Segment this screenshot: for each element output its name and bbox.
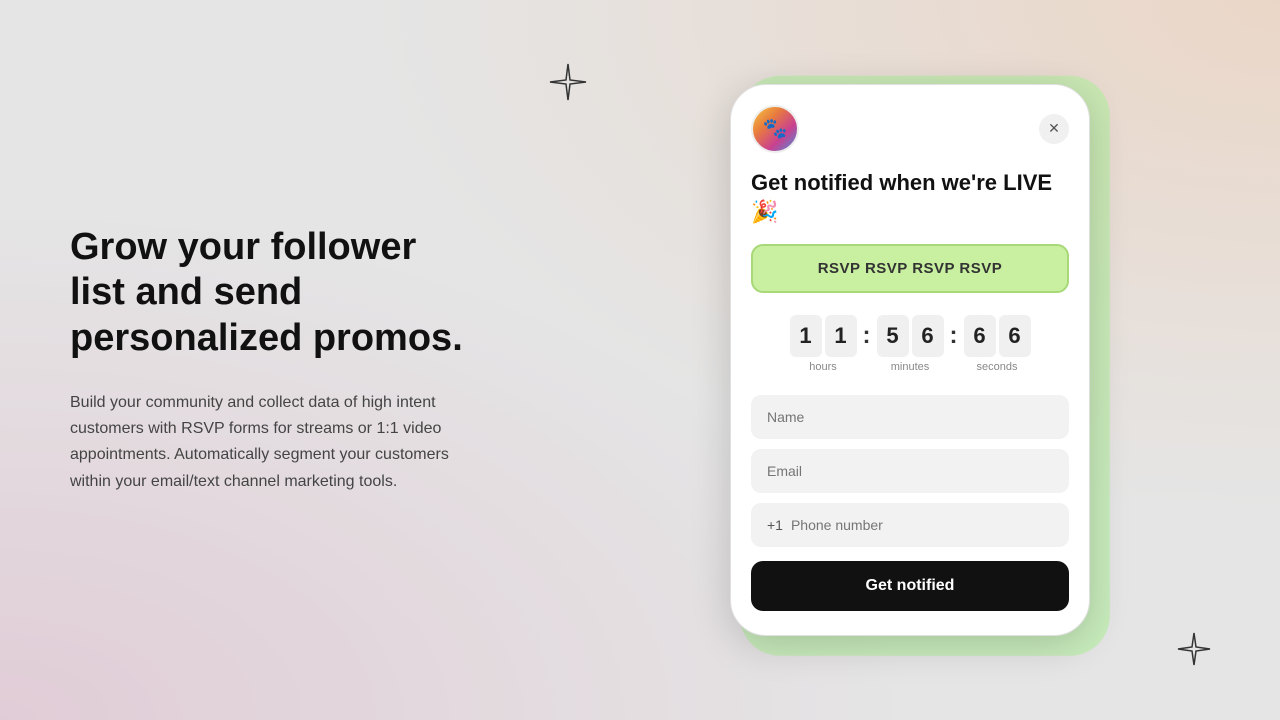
hours-label: hours bbox=[809, 361, 837, 373]
hours-digit-2: 1 bbox=[825, 315, 857, 357]
close-button[interactable]: ✕ bbox=[1039, 114, 1069, 144]
brand-avatar: 🐾 bbox=[751, 105, 799, 153]
phone-mockup: 🐾 ✕ Get notified when we're LIVE 🎉 RSVP … bbox=[730, 84, 1090, 636]
colon-2: : bbox=[948, 322, 960, 350]
seconds-digit-2: 6 bbox=[999, 315, 1031, 357]
hours-digit-1: 1 bbox=[790, 315, 822, 357]
hours-group: 1 1 hours bbox=[790, 315, 857, 373]
minutes-digit-1: 5 bbox=[877, 315, 909, 357]
email-input[interactable] bbox=[751, 449, 1069, 493]
rsvp-button[interactable]: RSVP RSVP RSVP RSVP bbox=[751, 244, 1069, 293]
minutes-digits: 5 6 bbox=[877, 315, 944, 357]
phone-field-wrapper: +1 bbox=[751, 503, 1069, 547]
minutes-group: 5 6 minutes bbox=[877, 315, 944, 373]
sub-text: Build your community and collect data of… bbox=[70, 390, 480, 496]
main-heading: Grow your follower list and send persona… bbox=[70, 225, 480, 362]
seconds-label: seconds bbox=[977, 361, 1018, 373]
minutes-digit-2: 6 bbox=[912, 315, 944, 357]
minutes-label: minutes bbox=[891, 361, 930, 373]
star-top-icon bbox=[548, 62, 588, 108]
seconds-digits: 6 6 bbox=[964, 315, 1031, 357]
modal-header: 🐾 ✕ bbox=[751, 105, 1069, 153]
modal-title: Get notified when we're LIVE 🎉 bbox=[751, 169, 1069, 226]
phone-input[interactable] bbox=[791, 517, 1053, 533]
country-code: +1 bbox=[767, 517, 783, 533]
seconds-digit-1: 6 bbox=[964, 315, 996, 357]
name-input[interactable] bbox=[751, 395, 1069, 439]
star-bottom-icon bbox=[1176, 631, 1212, 672]
colon-1: : bbox=[861, 322, 873, 350]
countdown-timer: 1 1 hours : 5 6 minutes : bbox=[751, 315, 1069, 373]
hours-digits: 1 1 bbox=[790, 315, 857, 357]
get-notified-button[interactable]: Get notified bbox=[751, 561, 1069, 611]
seconds-group: 6 6 seconds bbox=[964, 315, 1031, 373]
